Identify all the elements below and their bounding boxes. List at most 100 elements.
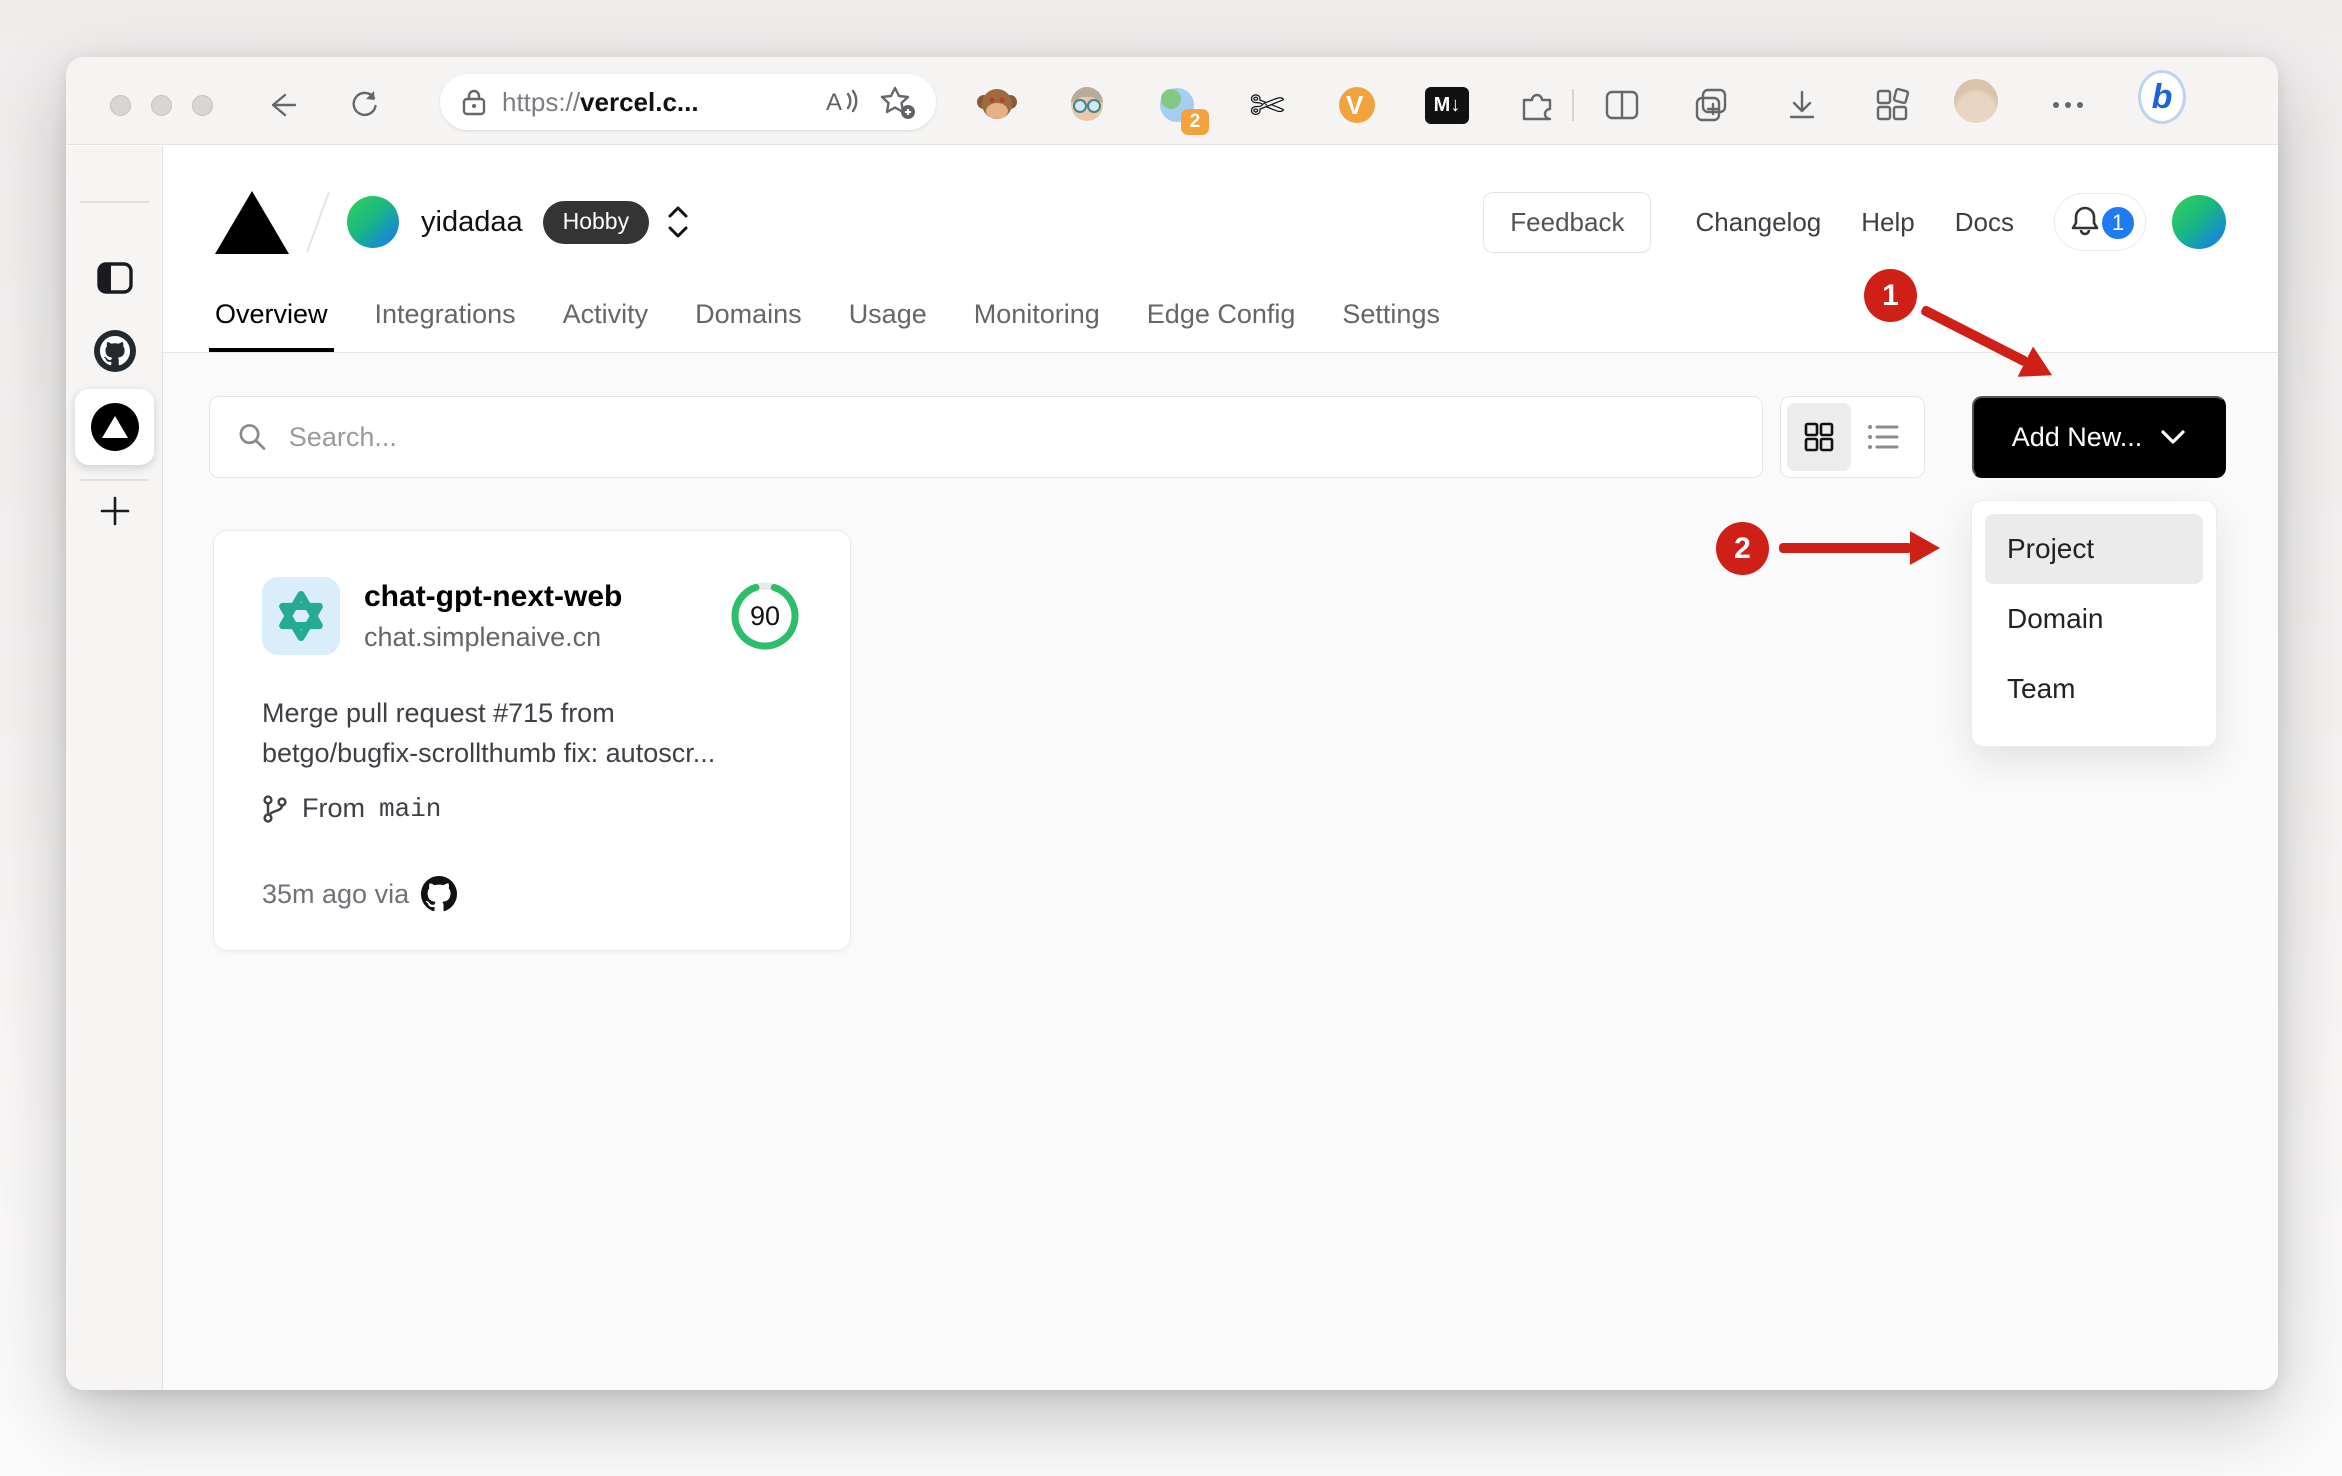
add-favorite-icon[interactable] [878, 84, 916, 120]
tab-monitoring[interactable]: Monitoring [974, 297, 1100, 352]
more-menu-icon[interactable] [2044, 81, 2092, 129]
commit-message[interactable]: Merge pull request #715 from betgo/bugfi… [262, 693, 802, 773]
search-icon [239, 424, 266, 450]
openai-project-icon [262, 577, 340, 655]
breadcrumb-slash [306, 191, 330, 253]
url-host: vercel.c... [580, 86, 699, 117]
annotation-step-1: 1 [1864, 269, 1917, 322]
edge-sidebar [66, 146, 163, 1390]
panel-toggle-icon [96, 262, 133, 294]
tab-usage[interactable]: Usage [849, 297, 927, 352]
extension-badge: 2 [1181, 109, 1209, 135]
url-scheme: https:// [502, 86, 581, 117]
git-branch-icon [263, 794, 287, 823]
view-toggle [1780, 396, 1925, 478]
refresh-button[interactable] [340, 81, 388, 129]
dropdown-item-project[interactable]: Project [1985, 514, 2203, 584]
browser-window: https://vercel.c... A 2 ✄ V M↓ b yidadaa… [66, 57, 2278, 1390]
tab-domains[interactable]: Domains [695, 297, 802, 352]
team-switcher-button[interactable] [665, 202, 691, 242]
vercel-favicon [90, 403, 139, 451]
chevrons-updown-icon [668, 206, 688, 238]
dropdown-item-domain[interactable]: Domain [1985, 584, 2203, 654]
url-text: https://vercel.c... [502, 87, 824, 118]
toggle-vertical-tabs-button[interactable] [66, 258, 163, 298]
read-aloud-icon[interactable]: A [824, 86, 860, 118]
tab-settings[interactable]: Settings [1342, 297, 1440, 352]
notification-count-badge: 1 [2099, 204, 2137, 242]
github-favicon [93, 330, 136, 372]
tampermonkey-extension-icon[interactable] [971, 79, 1023, 131]
plan-badge: Hobby [542, 200, 650, 244]
dashboard-content: Add New... chat-gpt-next [163, 354, 2278, 1390]
user-avatar[interactable] [2172, 195, 2226, 249]
svg-text:V: V [1346, 90, 1364, 120]
new-tab-button[interactable] [66, 494, 163, 528]
avatar-extension-icon[interactable] [1061, 79, 1113, 131]
team-name: yidadaa [421, 205, 523, 238]
profile-avatar[interactable] [1952, 77, 2000, 125]
annotation-step-2: 2 [1716, 522, 1769, 575]
plus-icon [100, 496, 129, 526]
add-new-dropdown: Project Domain Team [1971, 500, 2217, 747]
toolbar-divider [1572, 89, 1574, 121]
notifications-button[interactable]: 1 [2054, 193, 2146, 251]
project-card[interactable]: chat-gpt-next-web chat.simplenaive.cn 90… [213, 530, 851, 951]
list-view-icon [1868, 425, 1899, 449]
markdown-extension-icon[interactable]: M↓ [1421, 79, 1473, 131]
svg-text:A: A [826, 89, 842, 116]
bell-icon [2071, 206, 2099, 236]
project-title[interactable]: chat-gpt-next-web [364, 580, 728, 614]
zoom-window-button[interactable] [192, 95, 213, 116]
score-value: 90 [749, 600, 781, 631]
deployed-time: 35m ago via [262, 878, 410, 909]
sidebar-divider [80, 201, 149, 203]
apps-icon[interactable] [1868, 81, 1916, 129]
search-input[interactable] [288, 421, 1736, 453]
sidebar-divider [80, 479, 149, 481]
cat-avatar-image [1954, 79, 1998, 123]
dropdown-item-team[interactable]: Team [1985, 654, 2203, 724]
tab-activity[interactable]: Activity [563, 297, 649, 352]
lock-icon [462, 89, 486, 116]
annotation-arrow-2 [1779, 531, 1944, 565]
tab-github[interactable] [66, 330, 163, 372]
docs-link[interactable]: Docs [1955, 207, 2014, 238]
grid-view-button[interactable] [1787, 403, 1851, 471]
tab-integrations[interactable]: Integrations [375, 297, 516, 352]
branch-name: main [379, 793, 442, 824]
extensions-puzzle-icon[interactable] [1511, 79, 1563, 131]
chevron-down-icon [2161, 430, 2185, 444]
project-domain[interactable]: chat.simplenaive.cn [364, 622, 728, 653]
grid-view-icon [1804, 422, 1834, 452]
v-extension-icon[interactable]: V [1331, 79, 1383, 131]
deployment-meta: 35m ago via [262, 876, 802, 912]
back-button[interactable] [258, 81, 306, 129]
scissors-extension-icon[interactable]: ✄ [1241, 79, 1293, 131]
address-bar[interactable]: https://vercel.c... A [440, 74, 936, 130]
sync-extension-icon[interactable]: 2 [1151, 79, 1209, 135]
downloads-icon[interactable] [1778, 81, 1826, 129]
add-new-button[interactable]: Add New... [1972, 396, 2226, 478]
close-window-button[interactable] [110, 95, 131, 116]
changelog-link[interactable]: Changelog [1695, 207, 1821, 238]
analytics-score-ring[interactable]: 90 [728, 579, 802, 653]
tab-overview[interactable]: Overview [209, 297, 334, 352]
tab-vercel-active[interactable] [75, 389, 154, 465]
help-link[interactable]: Help [1861, 207, 1914, 238]
team-avatar[interactable] [347, 196, 399, 248]
feedback-button[interactable]: Feedback [1483, 191, 1652, 253]
search-box[interactable] [209, 396, 1763, 478]
branch-row: From main [262, 793, 802, 824]
collections-icon[interactable] [1688, 81, 1736, 129]
list-view-button[interactable] [1851, 403, 1915, 471]
bing-chat-icon[interactable]: b [2138, 70, 2186, 124]
tab-edge-config[interactable]: Edge Config [1147, 297, 1296, 352]
split-screen-icon[interactable] [1598, 81, 1646, 129]
browser-toolbar: https://vercel.c... A 2 ✄ V M↓ b [66, 57, 2278, 145]
github-icon [421, 876, 458, 912]
header-top: yidadaa Hobby Feedback Changelog Help Do… [163, 146, 2278, 298]
minimize-window-button[interactable] [151, 95, 172, 116]
branch-prefix: From [302, 793, 365, 823]
vercel-logo[interactable] [215, 190, 289, 254]
